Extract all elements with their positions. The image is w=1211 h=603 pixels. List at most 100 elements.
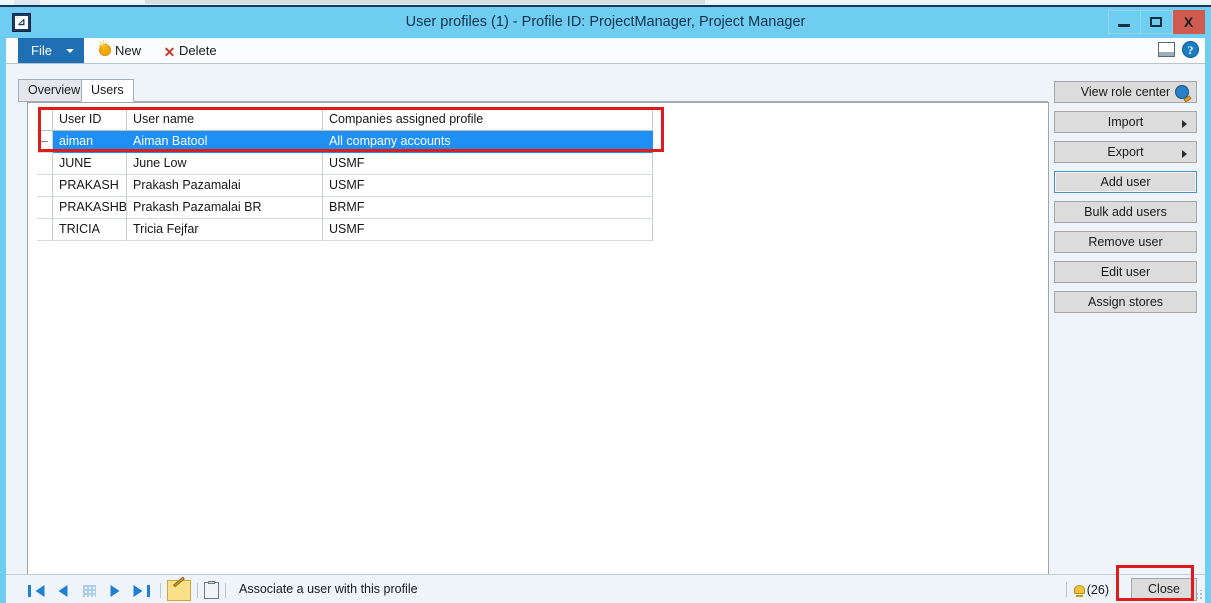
users-content-panel: User ID User name Companies assigned pro… xyxy=(27,102,1049,603)
bell-icon[interactable] xyxy=(1073,583,1086,597)
row-gutter[interactable] xyxy=(37,175,53,197)
help-icon[interactable]: ? xyxy=(1182,41,1199,58)
table-row[interactable]: TRICIA Tricia Fejfar USMF xyxy=(37,219,665,241)
cell-company[interactable]: USMF xyxy=(323,153,653,175)
cell-company[interactable]: BRMF xyxy=(323,197,653,219)
cell-user-name[interactable]: June Low xyxy=(127,153,323,175)
last-record-arrow xyxy=(133,584,143,597)
table-row[interactable]: PRAKASH Prakash Pazamalai USMF xyxy=(37,175,665,197)
cell-user-name[interactable]: Prakash Pazamalai BR xyxy=(127,197,323,219)
maximize-button[interactable] xyxy=(1141,10,1173,34)
grid-dots-icon xyxy=(82,584,96,597)
view-role-center-button[interactable]: View role center xyxy=(1054,81,1197,103)
new-button-label: New xyxy=(115,43,142,58)
status-separator xyxy=(1065,582,1067,597)
minimize-button[interactable] xyxy=(1108,10,1141,34)
cell-user-id[interactable]: TRICIA xyxy=(53,219,127,241)
close-button[interactable]: Close xyxy=(1131,578,1197,601)
new-button[interactable]: New xyxy=(97,39,142,61)
remove-user-button[interactable]: Remove user xyxy=(1054,231,1197,253)
cell-user-id[interactable]: JUNE xyxy=(53,153,127,175)
status-separator xyxy=(225,583,226,598)
row-gutter[interactable] xyxy=(37,197,53,219)
export-button[interactable]: Export xyxy=(1054,141,1197,163)
clipboard-icon[interactable] xyxy=(204,581,219,599)
status-bar: Associate a user with this profile (26) … xyxy=(6,574,1205,603)
edit-user-label: Edit user xyxy=(1100,265,1151,279)
import-label: Import xyxy=(1107,115,1144,129)
window-body: Overview Users User ID User name Compani… xyxy=(6,64,1205,603)
column-header-user-name[interactable]: User name xyxy=(127,109,323,131)
table-row[interactable]: PRAKASHB Prakash Pazamalai BR BRMF xyxy=(37,197,665,219)
bulk-add-users-label: Bulk add users xyxy=(1084,205,1167,219)
cell-user-id[interactable]: PRAKASHB xyxy=(53,197,127,219)
last-record-icon[interactable] xyxy=(128,581,154,600)
grid-view-icon[interactable] xyxy=(76,581,102,600)
user-profiles-window: ⊿ User profiles (1) - Profile ID: Projec… xyxy=(0,5,1211,603)
column-header-user-id[interactable]: User ID xyxy=(53,109,127,131)
previous-record-arrow xyxy=(58,584,68,597)
file-menu-button[interactable]: File xyxy=(18,38,84,63)
tab-overview[interactable]: Overview xyxy=(18,79,91,102)
status-separator xyxy=(160,583,161,598)
cell-user-name[interactable]: Aiman Batool xyxy=(127,131,323,153)
status-message: Associate a user with this profile xyxy=(239,582,418,596)
delete-button[interactable]: ✕ Delete xyxy=(163,41,217,61)
export-label: Export xyxy=(1107,145,1144,159)
resize-grip[interactable] xyxy=(1191,590,1202,601)
ribbon-right-icons: ? xyxy=(1158,41,1199,58)
delete-x-icon: ✕ xyxy=(163,44,176,60)
window-title: User profiles (1) - Profile ID: ProjectM… xyxy=(405,14,806,30)
new-star-icon xyxy=(97,39,112,57)
add-user-label: Add user xyxy=(1100,175,1151,189)
row-gutter[interactable] xyxy=(37,131,53,153)
row-expander-icon[interactable] xyxy=(40,141,48,142)
minimize-icon xyxy=(1118,24,1130,27)
action-button-panel: View role center Import Export Add user … xyxy=(1054,81,1197,321)
row-gutter[interactable] xyxy=(37,219,53,241)
column-header-companies[interactable]: Companies assigned profile xyxy=(323,109,653,131)
last-record-bar xyxy=(147,584,150,597)
edit-user-button[interactable]: Edit user xyxy=(1054,261,1197,283)
grid-header-row: User ID User name Companies assigned pro… xyxy=(37,109,665,131)
next-record-icon[interactable] xyxy=(102,581,128,600)
bulk-add-users-button[interactable]: Bulk add users xyxy=(1054,201,1197,223)
tab-users[interactable]: Users xyxy=(81,79,134,102)
layout-icon[interactable] xyxy=(1158,42,1175,57)
cell-company[interactable]: USMF xyxy=(323,175,653,197)
globe-search-icon xyxy=(1175,85,1189,99)
remove-user-label: Remove user xyxy=(1088,235,1163,249)
cell-company[interactable]: All company accounts xyxy=(323,131,653,153)
edit-pencil-icon[interactable] xyxy=(167,580,191,601)
assign-stores-label: Assign stores xyxy=(1087,295,1164,309)
users-grid: User ID User name Companies assigned pro… xyxy=(37,109,665,241)
cell-user-id[interactable]: PRAKASH xyxy=(53,175,127,197)
file-menu-label: File xyxy=(31,43,52,58)
chevron-right-icon xyxy=(1182,150,1187,158)
ribbon-toolbar: File New ✕Delete ? xyxy=(6,38,1205,64)
table-row[interactable]: JUNE June Low USMF xyxy=(37,153,665,175)
close-window-button[interactable]: X xyxy=(1173,10,1205,34)
add-user-button[interactable]: Add user xyxy=(1054,171,1197,193)
view-role-center-label: View role center xyxy=(1080,85,1171,99)
next-record-arrow xyxy=(110,584,120,597)
chevron-right-icon xyxy=(1182,120,1187,128)
previous-record-icon[interactable] xyxy=(50,581,76,600)
window-controls: X xyxy=(1108,10,1205,34)
grid-header-gutter xyxy=(37,109,53,131)
first-record-icon[interactable] xyxy=(24,581,50,600)
notification-count: (26) xyxy=(1086,582,1109,597)
import-button[interactable]: Import xyxy=(1054,111,1197,133)
delete-button-label: Delete xyxy=(179,43,217,58)
cell-user-name[interactable]: Prakash Pazamalai xyxy=(127,175,323,197)
cell-company[interactable]: USMF xyxy=(323,219,653,241)
cell-user-name[interactable]: Tricia Fejfar xyxy=(127,219,323,241)
status-separator xyxy=(197,583,198,598)
table-row[interactable]: aiman Aiman Batool All company accounts xyxy=(37,131,665,153)
maximize-icon xyxy=(1150,17,1162,27)
assign-stores-button[interactable]: Assign stores xyxy=(1054,291,1197,313)
close-icon: X xyxy=(1183,14,1194,30)
row-gutter[interactable] xyxy=(37,153,53,175)
cell-user-id[interactable]: aiman xyxy=(53,131,127,153)
title-bar: ⊿ User profiles (1) - Profile ID: Projec… xyxy=(0,7,1211,38)
